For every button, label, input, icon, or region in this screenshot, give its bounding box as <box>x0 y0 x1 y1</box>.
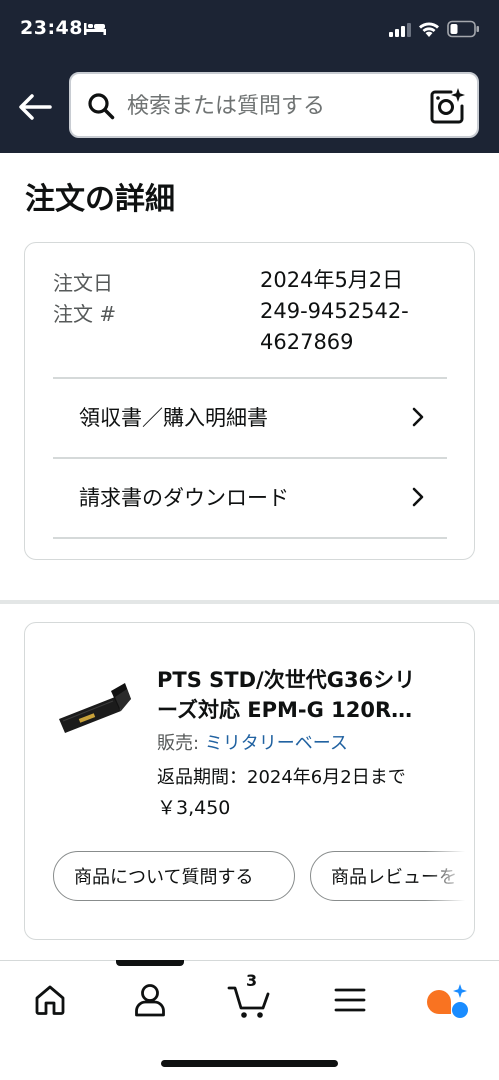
divider <box>53 537 447 539</box>
order-number-value-line1: 249-9452542- <box>260 299 409 323</box>
battery-icon <box>447 20 479 38</box>
seller-info: 販売: ミリタリーベース <box>157 729 348 755</box>
app-header: 23:48 <box>0 0 499 153</box>
search-icon <box>88 93 115 120</box>
nav-home[interactable] <box>24 977 76 1023</box>
camera-search-button[interactable] <box>427 86 467 126</box>
order-number-label: 注文 # <box>53 302 117 326</box>
nav-menu[interactable] <box>324 977 376 1023</box>
back-arrow-icon <box>19 94 52 120</box>
order-summary-card: 注文日 2024年5月2日 注文 # 249-9452542- 4627869 … <box>24 242 475 560</box>
status-bar: 23:48 <box>0 0 499 58</box>
product-item-card: PTS STD/次世代G36シリ ーズ対応 EPM-G 120R… 販売: ミリ… <box>24 622 475 940</box>
product-price: ￥3,450 <box>157 797 231 819</box>
nav-account[interactable] <box>124 977 176 1023</box>
account-icon <box>135 984 165 1017</box>
section-separator <box>0 600 499 604</box>
bottom-navigation: 3 <box>0 960 499 1080</box>
invoice-download-link[interactable]: 請求書のダウンロード <box>53 458 447 536</box>
product-title[interactable]: PTS STD/次世代G36シリ ーズ対応 EPM-G 120R… <box>157 665 457 725</box>
seller-link[interactable]: ミリタリーベース <box>205 733 348 754</box>
cart-count-badge: 3 <box>246 971 258 990</box>
home-indicator-bar <box>161 1060 338 1067</box>
product-title-line1: PTS STD/次世代G36シリ <box>157 668 416 692</box>
search-bar[interactable] <box>69 72 479 138</box>
camera-sparkle-icon <box>430 88 465 124</box>
search-input[interactable] <box>127 84 417 128</box>
ask-question-button[interactable]: 商品について質問する <box>53 851 295 901</box>
product-image[interactable] <box>55 671 133 741</box>
return-period: 返品期間：2024年6月2日まで <box>157 767 406 788</box>
cellular-signal-icon <box>389 23 411 37</box>
rufus-assistant-icon <box>427 984 468 1018</box>
wifi-icon <box>419 22 439 37</box>
chevron-right-icon <box>412 407 424 427</box>
menu-icon <box>334 988 366 1012</box>
nav-rufus-assistant[interactable] <box>420 977 472 1023</box>
page-title: 注文の詳細 <box>25 182 175 217</box>
receipt-link-label: 領収書／購入明細書 <box>79 406 268 430</box>
nav-cart[interactable]: 3 <box>224 971 276 1023</box>
chevron-right-icon <box>412 487 424 507</box>
product-title-line2: ーズ対応 EPM-G 120R… <box>157 698 413 722</box>
back-button[interactable] <box>14 86 56 128</box>
home-icon <box>35 985 65 1015</box>
order-date-label: 注文日 <box>53 271 113 295</box>
sleep-focus-icon <box>84 23 106 35</box>
order-number-value-line2: 4627869 <box>260 330 354 354</box>
active-tab-indicator <box>116 960 184 966</box>
scroll-fade <box>425 845 474 907</box>
seller-label: 販売: <box>157 733 205 754</box>
order-date-value: 2024年5月2日 <box>260 268 404 292</box>
status-time: 23:48 <box>20 17 83 39</box>
receipt-link[interactable]: 領収書／購入明細書 <box>53 378 447 456</box>
invoice-download-link-label: 請求書のダウンロード <box>79 486 289 510</box>
